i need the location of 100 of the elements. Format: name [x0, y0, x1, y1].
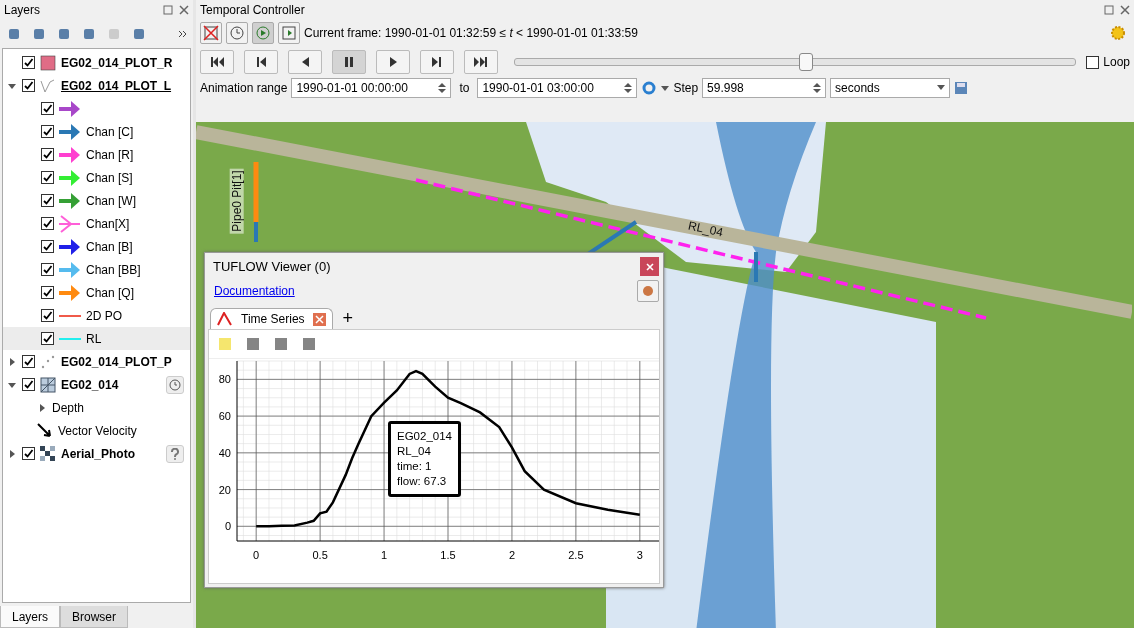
spin-arrows-icon[interactable]: [624, 82, 633, 94]
raster-layer-icon: [40, 445, 56, 462]
close-icon: [645, 262, 654, 271]
playback-button[interactable]: [420, 50, 454, 74]
playback-button[interactable]: [332, 50, 366, 74]
checkbox[interactable]: [41, 263, 54, 276]
checkbox[interactable]: [41, 148, 54, 161]
checkbox[interactable]: [22, 56, 35, 69]
line-layer-icon: [40, 77, 56, 94]
close-icon[interactable]: [179, 5, 189, 15]
checkbox[interactable]: [22, 447, 35, 460]
layer-name[interactable]: EG02_014_PLOT_R: [61, 55, 173, 70]
step-label: Step: [673, 81, 699, 95]
playback-button[interactable]: [244, 50, 278, 74]
loop-label: Loop: [1103, 55, 1130, 69]
y-tick-label: 0: [224, 520, 231, 533]
checkbox[interactable]: [41, 102, 54, 115]
playback-button[interactable]: [200, 50, 234, 74]
mesh-layer-icon: [40, 376, 56, 393]
expand-icon[interactable]: [7, 448, 17, 459]
range-label: Animation range: [200, 81, 288, 95]
to-label: to: [459, 81, 470, 95]
legend-label: Vector Velocity: [58, 423, 137, 438]
map-label: Pipe0 Pit[1]: [229, 168, 244, 234]
play-circle-icon: [255, 25, 271, 41]
x-tick-label: 2: [508, 549, 515, 561]
checkbox[interactable]: [41, 309, 54, 322]
legend-label: Chan [S]: [86, 170, 133, 185]
float-icon[interactable]: [163, 5, 173, 15]
window-title: TUFLOW Viewer (0): [213, 259, 331, 274]
unit-dropdown[interactable]: seconds: [830, 78, 951, 98]
tooltip-line: RL_04: [397, 444, 432, 459]
legend-label: 2D PO: [86, 308, 122, 323]
checkbox[interactable]: [41, 286, 54, 299]
x-tick-label: 0: [253, 549, 260, 561]
close-button[interactable]: [640, 257, 659, 276]
question-icon: [170, 447, 180, 460]
layer-name[interactable]: Aerial_Photo: [61, 446, 135, 461]
panel-tab[interactable]: Browser: [60, 606, 129, 628]
refresh-icon[interactable]: [641, 80, 658, 96]
legend-label: Chan [C]: [86, 124, 134, 139]
point-layer-icon: [40, 353, 56, 370]
save-icon[interactable]: [954, 81, 969, 95]
skip-forward-icon: [473, 54, 489, 70]
mode-button[interactable]: [252, 22, 274, 44]
float-icon[interactable]: [1104, 5, 1114, 15]
arrow-symbol-icon: [37, 422, 53, 439]
checkbox[interactable]: [22, 79, 35, 92]
expand-icon[interactable]: [7, 356, 17, 367]
more-icon[interactable]: [178, 30, 187, 38]
mode-button[interactable]: [200, 22, 222, 44]
close-tab-icon[interactable]: [312, 312, 326, 326]
mode-button[interactable]: [226, 22, 248, 44]
expand-icon[interactable]: [37, 402, 47, 413]
panel-title: Layers: [4, 3, 41, 17]
x-tick-label: 2.5: [568, 549, 584, 561]
date-field[interactable]: 1990-01-01 00:00:00: [291, 78, 452, 98]
slider-thumb[interactable]: [799, 53, 814, 71]
current-frame-text: Current frame: 1990-01-01 01:32:59 ≤ t < 1990-01-01 01:33:59: [304, 26, 638, 40]
legend-label: Chan[X]: [86, 216, 130, 231]
film-icon: [281, 25, 297, 41]
panel-tab[interactable]: Layers: [0, 606, 61, 628]
add-tab-button[interactable]: +: [342, 308, 354, 329]
legend-label: Chan [Q]: [86, 285, 135, 300]
mode-button[interactable]: [278, 22, 300, 44]
viewer-tab[interactable]: Time Series: [210, 308, 333, 329]
checkbox[interactable]: [22, 378, 35, 391]
skip-back-icon: [209, 54, 225, 70]
disconnect-button[interactable]: [637, 280, 659, 302]
step-field[interactable]: 59.998: [702, 78, 827, 98]
map-label: RL_04: [686, 218, 725, 240]
close-icon[interactable]: [1120, 5, 1130, 15]
checkbox[interactable]: [41, 332, 54, 345]
y-tick-label: 60: [218, 410, 231, 423]
dropdown-icon[interactable]: [661, 84, 670, 92]
crossed-square-icon: [203, 25, 219, 41]
layer-name[interactable]: EG02_014_PLOT_P: [61, 354, 172, 369]
layer-name[interactable]: EG02_014: [61, 377, 119, 392]
date-field[interactable]: 1990-01-01 03:00:00: [477, 78, 638, 98]
spin-arrows-icon[interactable]: [813, 82, 822, 94]
checkbox[interactable]: [41, 217, 54, 230]
y-tick-label: 80: [218, 373, 231, 386]
checkbox[interactable]: [1086, 55, 1100, 69]
y-tick-label: 20: [218, 483, 231, 496]
checkbox[interactable]: [41, 171, 54, 184]
documentation-link[interactable]: Documentation: [209, 284, 295, 298]
playback-button[interactable]: [464, 50, 498, 74]
spin-arrows-icon[interactable]: [438, 82, 447, 94]
playback-button[interactable]: [288, 50, 322, 74]
legend-label: Chan [W]: [86, 193, 136, 208]
checkbox[interactable]: [41, 194, 54, 207]
temporal-button[interactable]: [166, 375, 184, 394]
help-button[interactable]: [166, 444, 184, 463]
chart-icon: [217, 312, 233, 326]
playback-button[interactable]: [376, 50, 410, 74]
legend-label: Chan [BB]: [86, 262, 141, 277]
checkbox[interactable]: [22, 355, 35, 368]
checkbox[interactable]: [41, 240, 54, 253]
layer-name[interactable]: EG02_014_PLOT_L: [61, 78, 172, 93]
checkbox[interactable]: [41, 125, 54, 138]
